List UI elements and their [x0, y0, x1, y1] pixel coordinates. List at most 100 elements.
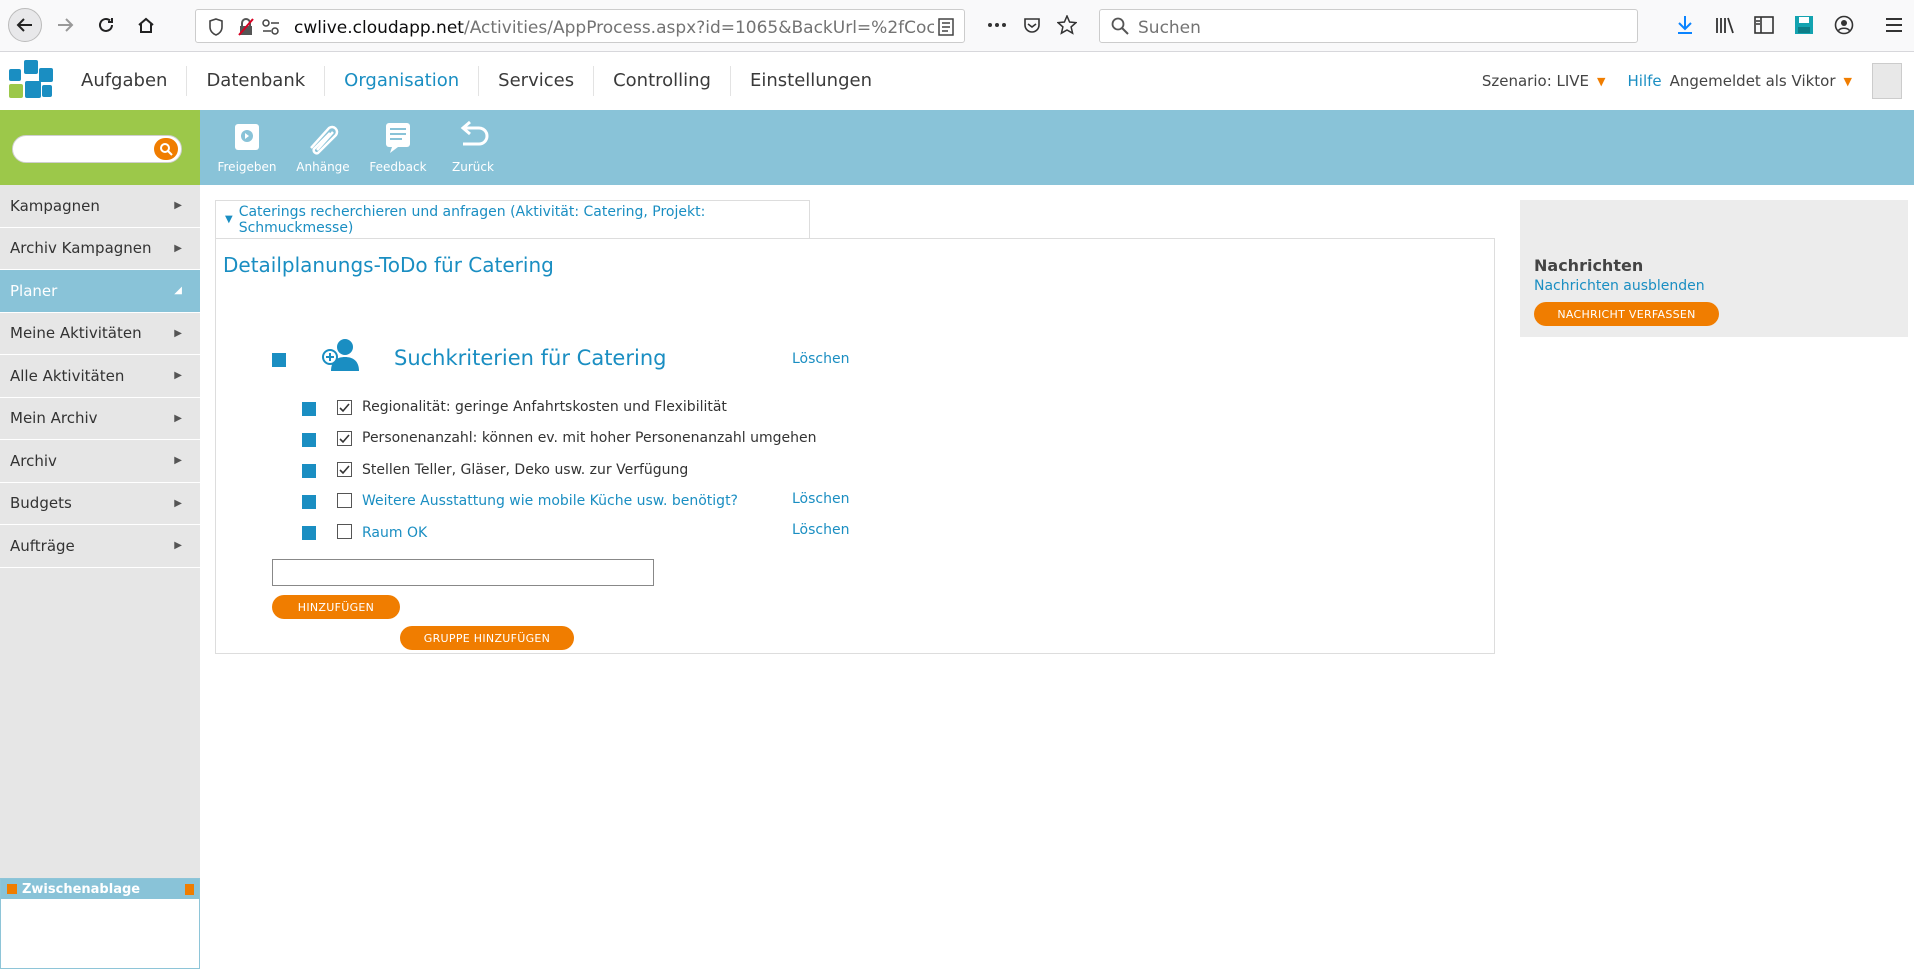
- criterion-text: Personenanzahl: können ev. mit hoher Per…: [362, 430, 817, 446]
- trash-icon[interactable]: [185, 884, 194, 895]
- sidebar-icon[interactable]: [1751, 12, 1777, 38]
- release-label: Freigeben: [217, 160, 277, 174]
- sidebar-item-auftraege[interactable]: Aufträge ▶: [0, 525, 200, 568]
- nav-aufgaben[interactable]: Aufgaben: [62, 66, 188, 96]
- undo-icon: [460, 120, 489, 146]
- sidebar-item-label: Budgets: [10, 494, 72, 513]
- library-icon[interactable]: [1712, 12, 1738, 38]
- feedback-button[interactable]: Feedback: [363, 120, 433, 174]
- criterion-bullet[interactable]: [302, 526, 316, 540]
- attachments-label: Anhänge: [296, 160, 350, 174]
- sidebar-item-label: Planer: [10, 281, 58, 300]
- chevron-right-icon: ▶: [174, 327, 182, 339]
- sidebar-item-kampagnen[interactable]: Kampagnen ▶: [0, 185, 200, 228]
- browser-search-input[interactable]: Suchen: [1099, 9, 1638, 43]
- sidebar-search-area: [0, 110, 200, 185]
- sidebar-item-planer[interactable]: Planer ◢: [0, 270, 200, 313]
- criterion-bullet[interactable]: [302, 402, 316, 416]
- criterion-checkbox[interactable]: [337, 493, 352, 508]
- attachments-button[interactable]: Anhänge: [288, 120, 358, 174]
- criterion-bullet[interactable]: [302, 433, 316, 447]
- criterion-text: Regionalität: geringe Anfahrtskosten und…: [362, 399, 727, 415]
- clipboard-icon: [7, 884, 17, 894]
- url-text: cwlive.cloudapp.net/Activities/AppProces…: [294, 18, 934, 38]
- criterion-text: Stellen Teller, Gläser, Deko usw. zur Ve…: [362, 462, 689, 478]
- add-group-button[interactable]: GRUPPE HINZUFÜGEN: [400, 626, 574, 650]
- home-icon[interactable]: [129, 8, 163, 42]
- menu-icon[interactable]: [1881, 12, 1907, 38]
- paperclip-icon: [310, 125, 339, 155]
- release-icon: [235, 124, 259, 150]
- sidebar-item-meine-aktivitaeten[interactable]: Meine Aktivitäten ▶: [0, 313, 200, 355]
- sidebar-item-label: Meine Aktivitäten: [10, 324, 142, 343]
- more-icon[interactable]: [984, 12, 1010, 38]
- sidebar-item-mein-archiv[interactable]: Mein Archiv ▶: [0, 398, 200, 440]
- new-criterion-input[interactable]: [272, 559, 654, 586]
- sidebar-item-label: Archiv: [10, 451, 57, 470]
- criterion-link[interactable]: Raum OK: [362, 525, 427, 541]
- back-button[interactable]: Zurück: [438, 120, 508, 174]
- sidebar-item-archiv-kampagnen[interactable]: Archiv Kampagnen ▶: [0, 228, 200, 270]
- url-bar[interactable]: cwlive.cloudapp.net/Activities/AppProces…: [195, 9, 965, 43]
- add-button[interactable]: HINZUFÜGEN: [272, 595, 400, 619]
- nav-controlling[interactable]: Controlling: [594, 66, 731, 96]
- chevron-down-icon[interactable]: ▼: [1844, 75, 1852, 88]
- delete-group-link[interactable]: Löschen: [792, 351, 849, 367]
- clipboard-header: Zwischenablage: [1, 879, 199, 899]
- chevron-right-icon: ▶: [174, 455, 182, 467]
- back-label: Zurück: [452, 160, 494, 174]
- delete-criterion-link[interactable]: Löschen: [792, 522, 849, 538]
- shield-icon[interactable]: [208, 18, 224, 40]
- insecure-lock-icon[interactable]: [238, 18, 254, 40]
- scenario-selector[interactable]: Szenario: LIVE: [1482, 72, 1589, 90]
- group-title[interactable]: Suchkriterien für Catering: [394, 346, 666, 370]
- criterion-bullet[interactable]: [302, 495, 316, 509]
- chevron-right-icon: ▶: [174, 412, 182, 424]
- app-header: Aufgaben Datenbank Organisation Services…: [0, 52, 1914, 110]
- forward-icon[interactable]: [48, 8, 82, 42]
- criterion-bullet[interactable]: [302, 464, 316, 478]
- group-bullet[interactable]: [272, 353, 286, 367]
- criterion-checkbox[interactable]: [337, 524, 352, 539]
- nav-datenbank[interactable]: Datenbank: [187, 66, 326, 96]
- clipboard-title: Zwischenablage: [22, 881, 141, 897]
- search-icon[interactable]: [154, 138, 178, 160]
- hide-messages-link[interactable]: Nachrichten ausblenden: [1534, 278, 1705, 294]
- activity-breadcrumb[interactable]: ▼ Caterings recherchieren und anfragen (…: [215, 200, 810, 238]
- url-path: /Activities/AppProcess.aspx?id=1065&Back…: [463, 18, 934, 38]
- compose-message-button[interactable]: NACHRICHT VERFASSEN: [1534, 302, 1719, 326]
- pocket-icon[interactable]: [1019, 12, 1045, 38]
- sidebar: Kampagnen ▶ Archiv Kampagnen ▶ Planer ◢ Mei…: [0, 110, 200, 969]
- release-button[interactable]: Freigeben: [212, 120, 282, 174]
- permissions-icon[interactable]: [262, 19, 280, 39]
- criterion-checkbox[interactable]: [337, 462, 352, 477]
- user-menu[interactable]: Angemeldet als Viktor: [1670, 72, 1836, 90]
- search-placeholder: Suchen: [1138, 18, 1201, 38]
- main-nav: Aufgaben Datenbank Organisation Services…: [62, 52, 891, 110]
- delete-criterion-link[interactable]: Löschen: [792, 491, 849, 507]
- reload-icon[interactable]: [89, 8, 123, 42]
- sidebar-item-archiv[interactable]: Archiv ▶: [0, 440, 200, 483]
- back-icon[interactable]: [8, 8, 42, 42]
- bookmark-star-icon[interactable]: [1054, 12, 1080, 38]
- sidebar-item-budgets[interactable]: Budgets ▶: [0, 483, 200, 525]
- nav-einstellungen[interactable]: Einstellungen: [731, 66, 891, 96]
- criterion-checkbox[interactable]: [337, 431, 352, 446]
- app-logo[interactable]: [8, 59, 54, 101]
- url-host: cwlive.cloudapp.net: [294, 18, 464, 38]
- reader-view-icon[interactable]: [938, 18, 954, 40]
- nav-organisation[interactable]: Organisation: [325, 66, 480, 96]
- download-icon[interactable]: [1672, 12, 1698, 38]
- chevron-down-icon[interactable]: ▼: [1597, 75, 1605, 88]
- sidebar-item-alle-aktivitaeten[interactable]: Alle Aktivitäten ▶: [0, 355, 200, 398]
- save-page-icon[interactable]: [1791, 12, 1817, 38]
- nav-services[interactable]: Services: [479, 66, 595, 96]
- criterion-link[interactable]: Weitere Ausstattung wie mobile Küche usw…: [362, 493, 738, 509]
- avatar[interactable]: [1872, 63, 1902, 99]
- help-link[interactable]: Hilfe: [1628, 72, 1662, 90]
- chevron-right-icon: ▶: [174, 200, 182, 212]
- add-user-icon[interactable]: [319, 335, 361, 373]
- sidebar-item-label: Mein Archiv: [10, 409, 98, 428]
- account-icon[interactable]: [1831, 12, 1857, 38]
- criterion-checkbox[interactable]: [337, 400, 352, 415]
